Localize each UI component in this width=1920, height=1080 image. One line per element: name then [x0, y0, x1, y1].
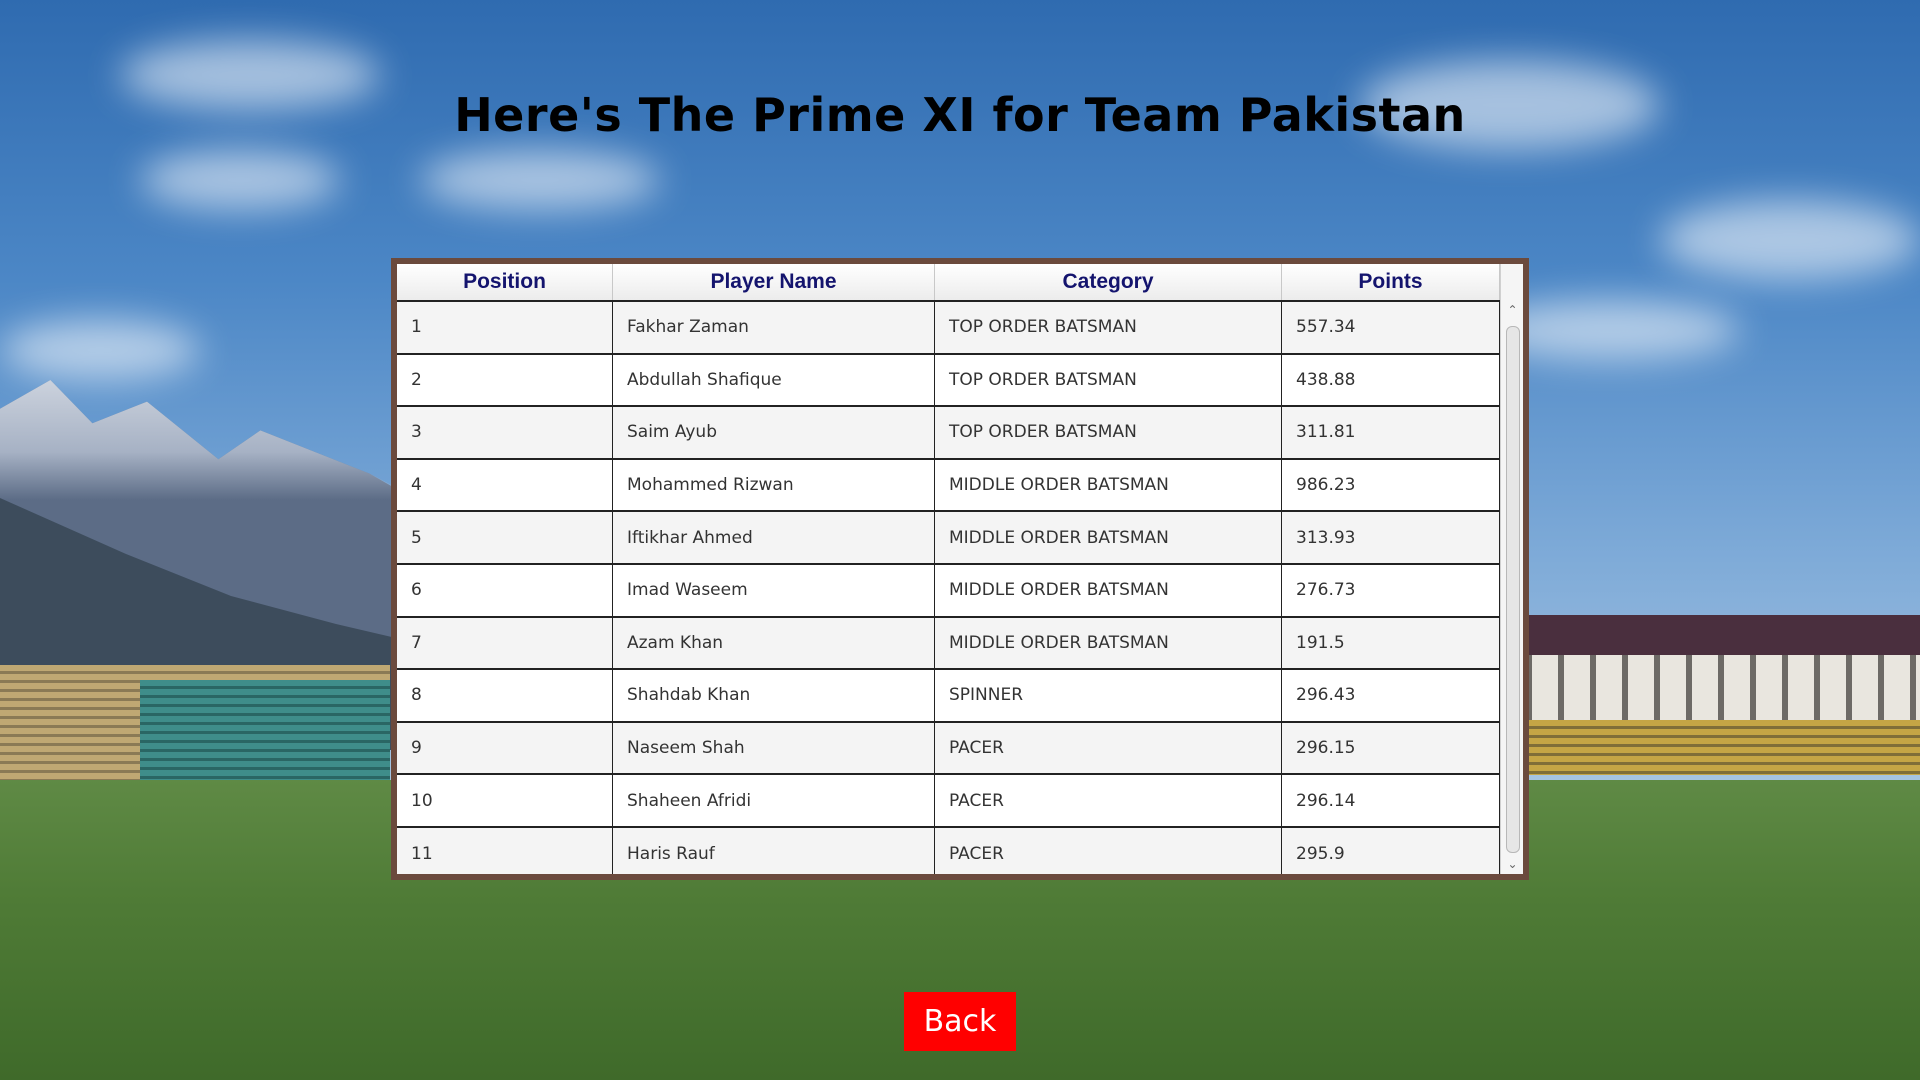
table-header: Position Player Name Category Points [397, 264, 1500, 302]
stadium-roof-right [1500, 615, 1920, 655]
cell-category: TOP ORDER BATSMAN [935, 407, 1282, 458]
cell-category: TOP ORDER BATSMAN [935, 354, 1282, 406]
cell-points: 438.88 [1282, 354, 1500, 406]
cell-position: 3 [397, 407, 613, 458]
cell-category: TOP ORDER BATSMAN [935, 302, 1282, 353]
table-row[interactable]: 3 Saim Ayub TOP ORDER BATSMAN 311.81 [397, 407, 1500, 460]
cell-points: 191.5 [1282, 617, 1500, 669]
chevron-down-icon[interactable]: ⌄ [1501, 854, 1523, 874]
table-body: 1 Fakhar Zaman TOP ORDER BATSMAN 557.34 … [397, 302, 1500, 874]
cell-points: 296.43 [1282, 670, 1500, 721]
cell-points: 311.81 [1282, 407, 1500, 458]
cell-position: 11 [397, 827, 613, 874]
cell-category: MIDDLE ORDER BATSMAN [935, 564, 1282, 616]
cell-position: 1 [397, 302, 613, 353]
table-row[interactable]: 5 Iftikhar Ahmed MIDDLE ORDER BATSMAN 31… [397, 512, 1500, 565]
cell-position: 5 [397, 512, 613, 563]
cell-position: 2 [397, 354, 613, 406]
cell-player-name: Fakhar Zaman [613, 302, 935, 353]
players-table-panel: Position Player Name Category Points 1 F… [391, 258, 1529, 880]
cell-position: 6 [397, 564, 613, 616]
cell-category: MIDDLE ORDER BATSMAN [935, 512, 1282, 563]
table-row[interactable]: 2 Abdullah Shafique TOP ORDER BATSMAN 43… [397, 354, 1500, 408]
table-row[interactable]: 11 Haris Rauf PACER 295.9 [397, 827, 1500, 874]
stadium-seats-left [140, 680, 390, 780]
cell-player-name: Imad Waseem [613, 564, 935, 616]
cell-points: 295.9 [1282, 827, 1500, 874]
cell-points: 557.34 [1282, 302, 1500, 353]
cell-player-name: Naseem Shah [613, 722, 935, 774]
cell-position: 10 [397, 775, 613, 826]
cell-player-name: Iftikhar Ahmed [613, 512, 935, 563]
table-row[interactable]: 4 Mohammed Rizwan MIDDLE ORDER BATSMAN 9… [397, 459, 1500, 513]
table-row[interactable]: 10 Shaheen Afridi PACER 296.14 [397, 775, 1500, 828]
column-header-player-name[interactable]: Player Name [613, 264, 935, 300]
players-table[interactable]: Position Player Name Category Points 1 F… [397, 264, 1523, 874]
cell-category: PACER [935, 722, 1282, 774]
cloud [0, 320, 200, 380]
cloud [420, 150, 660, 210]
cell-points: 276.73 [1282, 564, 1500, 616]
cell-category: SPINNER [935, 670, 1282, 721]
cell-player-name: Azam Khan [613, 617, 935, 669]
table-scrollbar[interactable]: ⌃ ⌄ [1500, 264, 1523, 874]
page-title: Here's The Prime XI for Team Pakistan [454, 88, 1466, 142]
cell-points: 313.93 [1282, 512, 1500, 563]
cell-player-name: Abdullah Shafique [613, 354, 935, 406]
column-header-position[interactable]: Position [397, 264, 613, 300]
table-row[interactable]: 9 Naseem Shah PACER 296.15 [397, 722, 1500, 776]
cell-player-name: Mohammed Rizwan [613, 459, 935, 511]
cell-position: 8 [397, 670, 613, 721]
table-row[interactable]: 1 Fakhar Zaman TOP ORDER BATSMAN 557.34 [397, 302, 1500, 355]
cell-category: MIDDLE ORDER BATSMAN [935, 617, 1282, 669]
cell-position: 9 [397, 722, 613, 774]
cell-points: 986.23 [1282, 459, 1500, 511]
column-header-points[interactable]: Points [1282, 264, 1500, 300]
column-header-category[interactable]: Category [935, 264, 1282, 300]
cell-category: MIDDLE ORDER BATSMAN [935, 459, 1282, 511]
cloud [1660, 200, 1920, 280]
cell-category: PACER [935, 775, 1282, 826]
table-row[interactable]: 7 Azam Khan MIDDLE ORDER BATSMAN 191.5 [397, 617, 1500, 671]
cell-category: PACER [935, 827, 1282, 874]
cell-points: 296.14 [1282, 775, 1500, 826]
cell-player-name: Shahdab Khan [613, 670, 935, 721]
table-row[interactable]: 8 Shahdab Khan SPINNER 296.43 [397, 670, 1500, 723]
chevron-up-icon[interactable]: ⌃ [1501, 300, 1523, 320]
app-window: Here's The Prime XI for Team Pakistan Po… [0, 0, 1920, 1080]
stadium-seats-right [1500, 720, 1920, 775]
cell-position: 7 [397, 617, 613, 669]
cloud [140, 150, 340, 210]
back-button[interactable]: Back [904, 992, 1016, 1051]
cell-player-name: Shaheen Afridi [613, 775, 935, 826]
scrollbar-thumb[interactable] [1506, 326, 1520, 853]
cell-points: 296.15 [1282, 722, 1500, 774]
cell-player-name: Saim Ayub [613, 407, 935, 458]
cell-player-name: Haris Rauf [613, 827, 935, 874]
table-row[interactable]: 6 Imad Waseem MIDDLE ORDER BATSMAN 276.7… [397, 564, 1500, 618]
cell-position: 4 [397, 459, 613, 511]
